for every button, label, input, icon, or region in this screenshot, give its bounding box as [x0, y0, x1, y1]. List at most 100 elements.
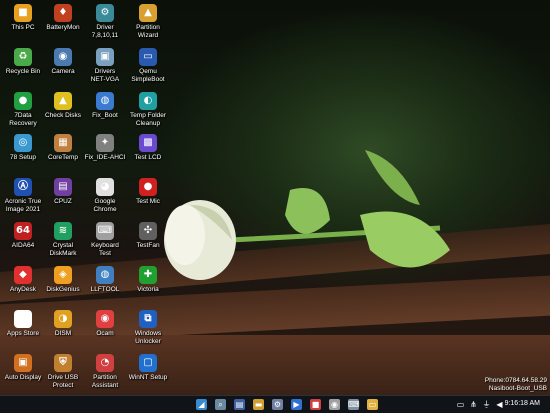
shield-icon: ⛨	[54, 354, 72, 372]
monitor-icon: ▭	[139, 48, 157, 66]
desktop-icon-settings[interactable]: ✦ Fix_IDE-AHCI	[82, 134, 128, 162]
desktop-icon-shield[interactable]: ⛨ Drive USB Protect	[40, 354, 86, 390]
taskbar-search-icon[interactable]: ⌕	[215, 399, 226, 410]
desktop-icon-label: Driver 7,8,10,11	[91, 24, 119, 39]
recycle-icon: ♻	[14, 48, 32, 66]
desktop-icon-dism[interactable]: ◑ DISM	[40, 310, 86, 338]
desktop-icon-label: Camera	[51, 68, 75, 75]
setup-icon: ◎	[14, 134, 32, 152]
desktop-icon-ocam[interactable]: ◉ Ocam	[82, 310, 128, 338]
phone-text: Phone:0784.64.58.29	[484, 377, 547, 384]
desktop-icon-label: Temp Folder Cleanup	[129, 112, 167, 127]
taskbar-explorer-icon[interactable]: ▬	[253, 399, 264, 410]
desktop-icon-setup-window[interactable]: ▢ WinNT Setup	[125, 354, 171, 382]
computer-icon: ■	[14, 4, 32, 22]
taskbar: ◢ ⌕ ▤ ▬ ⚙ ▶ ■ ◉ ⌨ ▭ ▭ ⋔ ⏚ ◀ 9:16:18 AM	[0, 395, 550, 413]
desktop-icon-label: Windows Unlocker	[134, 330, 162, 345]
keyboard-icon: ⌨	[96, 222, 114, 240]
desktop-icon-warning[interactable]: ▲ Check Disks	[40, 92, 86, 120]
desktop-icon-fan[interactable]: ✣ TestFan	[125, 222, 171, 250]
grid-icon: ▩	[139, 134, 157, 152]
desktop-icon-driver[interactable]: ▣ Drivers NET-VGA	[82, 48, 128, 84]
pie-icon: ◔	[96, 354, 114, 372]
desktop-icon-microphone[interactable]: ● Test Mic	[125, 178, 171, 206]
cpu-icon: ▤	[54, 178, 72, 196]
desktop-icon-label: Crystal DiskMark	[49, 242, 77, 257]
desktop-icon-label: CoreTemp	[48, 154, 78, 161]
desktop-icon-unlock[interactable]: ⧉ Windows Unlocker	[125, 310, 171, 346]
acronis-icon: Ⓐ	[14, 178, 32, 196]
tray-volume-icon[interactable]: ◀	[494, 399, 505, 410]
desktop-icon-label: Test LCD	[134, 154, 162, 161]
taskbar-app2-icon[interactable]: ◉	[329, 399, 340, 410]
chrome-icon: ◕	[96, 178, 114, 196]
desktop-icon-label: Victoria	[137, 286, 159, 293]
display-icon: ▣	[14, 354, 32, 372]
diskgenius-icon: ◈	[54, 266, 72, 284]
taskbar-app-icon[interactable]: ■	[310, 399, 321, 410]
driver-icon: ▣	[96, 48, 114, 66]
desktop-icon-label: Ocam	[96, 330, 114, 337]
desktop-icon-cpu[interactable]: ▤ CPUZ	[40, 178, 86, 206]
settings-icon: ✦	[96, 134, 114, 152]
fan-icon: ✣	[139, 222, 157, 240]
taskbar-start-icon[interactable]: ◢	[196, 399, 207, 410]
desktop-icon-label: Test Mic	[136, 198, 160, 205]
desktop-icon-label: DiskGenius	[46, 286, 80, 293]
recovery-icon: ●	[14, 92, 32, 110]
cleanup-icon: ◐	[139, 92, 157, 110]
store-icon: ◧	[14, 310, 32, 328]
desktop-icon-pie[interactable]: ◔ Partition Assistant	[82, 354, 128, 390]
taskbar-media-icon[interactable]: ▶	[291, 399, 302, 410]
warning-icon: ▲	[54, 92, 72, 110]
taskbar-folder-icon[interactable]: ▭	[367, 399, 378, 410]
desktop-icon-label: Partition Assistant	[91, 374, 119, 389]
partition-icon: ▲	[139, 4, 157, 22]
desktop-icon-cleanup[interactable]: ◐ Temp Folder Cleanup	[125, 92, 171, 128]
aida-icon: 64	[14, 222, 32, 240]
taskbar-keyboard-icon[interactable]: ⌨	[348, 399, 360, 410]
desktop-icon-chrome[interactable]: ◕ Google Chrome	[82, 178, 128, 214]
desktop-icon-label: WinNT Setup	[128, 374, 168, 381]
desktop-icon-label: Keyboard Test	[91, 242, 119, 257]
desktop-icon-grid[interactable]: ▩ Test LCD	[125, 134, 171, 162]
desktop-icon-label: DISM	[54, 330, 72, 337]
desktop-icon-diskgenius[interactable]: ◈ DiskGenius	[40, 266, 86, 294]
chip-icon: ▦	[54, 134, 72, 152]
desktop-icon-keyboard[interactable]: ⌨ Keyboard Test	[82, 222, 128, 258]
tray-monitor-icon[interactable]: ▭	[455, 399, 466, 410]
desktop-icon-gear[interactable]: ⚙ Driver 7,8,10,11	[82, 4, 128, 40]
desktop-icon-label: LLFTOOL	[90, 286, 120, 293]
tool-icon: ◍	[96, 266, 114, 284]
desktop-icon-battery[interactable]: ♦ BatteryMon	[40, 4, 86, 32]
desktop-icon-label: Check Disks	[44, 112, 82, 119]
dism-icon: ◑	[54, 310, 72, 328]
tray-network-icon[interactable]: ⋔	[468, 399, 479, 410]
microphone-icon: ●	[139, 178, 157, 196]
camera-icon: ◉	[54, 48, 72, 66]
disk-icon: ≋	[54, 222, 72, 240]
tray-usb-icon[interactable]: ⏚	[481, 399, 492, 410]
desktop-icon-label: CPUZ	[54, 198, 72, 205]
clock[interactable]: 9:16:18 AM	[505, 400, 540, 407]
desktop-icon-camera[interactable]: ◉ Camera	[40, 48, 86, 76]
desktop-icon-disk[interactable]: ≋ Crystal DiskMark	[40, 222, 86, 258]
desktop-icon-tool[interactable]: ◍ LLFTOOL	[82, 266, 128, 294]
taskbar-settings-icon[interactable]: ⚙	[272, 399, 283, 410]
desktop-icon-label: Fix_Boot	[92, 112, 118, 119]
desktop-icon-globe[interactable]: ◍ Fix_Boot	[82, 92, 128, 120]
unlock-icon: ⧉	[139, 310, 157, 328]
gear-icon: ⚙	[96, 4, 114, 22]
taskbar-taskview-icon[interactable]: ▤	[234, 399, 245, 410]
usb-info-overlay: Phone:0784.64.58.29 Nasiboot-Boot_USB	[485, 377, 547, 393]
desktop-icon-partition[interactable]: ▲ Partition Wizard	[125, 4, 171, 40]
desktop-icon-chip[interactable]: ▦ CoreTemp	[40, 134, 86, 162]
desktop-icon-plus[interactable]: ✚ Victoria	[125, 266, 171, 294]
desktop-icon-label: TestFan	[136, 242, 160, 249]
anydesk-icon: ◆	[14, 266, 32, 284]
desktop-icon-label: Qemu SimpleBoot	[131, 68, 165, 83]
ocam-icon: ◉	[96, 310, 114, 328]
desktop-icon-label: Partition Wizard	[136, 24, 160, 39]
plus-icon: ✚	[139, 266, 157, 284]
desktop-icon-monitor[interactable]: ▭ Qemu SimpleBoot	[125, 48, 171, 84]
